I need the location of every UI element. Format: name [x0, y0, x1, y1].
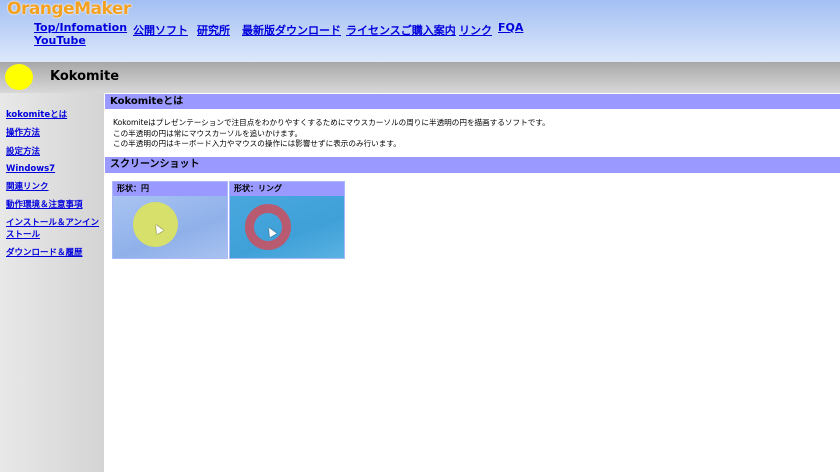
screenshot-image: [230, 196, 344, 258]
sidebar: kokomiteとは 操作方法 設定方法 Windows7 関連リンク 動作環境…: [0, 93, 104, 472]
site-header: OrangeMaker Top/Infomation YouTube 公開ソフト…: [0, 0, 840, 62]
nav-links[interactable]: リンク: [459, 22, 492, 38]
sidebar-item-install[interactable]: インストール＆アンインストール: [6, 217, 101, 241]
section-header-about: Kokomiteとは: [105, 94, 840, 109]
card-caption: 形状：円: [113, 182, 227, 196]
description: Kokomiteはプレゼンテーションで注目点をわかりやすくするためにマウスカーソ…: [113, 118, 550, 150]
nav-fqa[interactable]: FQA: [498, 21, 523, 34]
description-line: Kokomiteはプレゼンテーションで注目点をわかりやすくするためにマウスカーソ…: [113, 118, 550, 127]
sidebar-item-operation[interactable]: 操作方法: [6, 127, 101, 139]
nav-top-information[interactable]: Top/Infomation: [34, 21, 127, 34]
sidebar-item-windows7[interactable]: Windows7: [6, 163, 101, 175]
sidebar-item-download-history[interactable]: ダウンロード＆履歴: [6, 247, 101, 259]
card-caption: 形状：リング: [230, 182, 344, 196]
sidebar-item-about[interactable]: kokomiteとは: [6, 109, 101, 121]
logo[interactable]: OrangeMaker: [7, 0, 131, 19]
screenshot-card-circle[interactable]: 形状：円: [112, 181, 228, 259]
nav-license-purchase[interactable]: ライセンスご購入案内: [346, 22, 456, 38]
nav-latest-download[interactable]: 最新版ダウンロード: [242, 22, 341, 38]
screenshot-card-ring[interactable]: 形状：リング: [229, 181, 345, 259]
sidebar-item-environment[interactable]: 動作環境＆注意事項: [6, 199, 101, 211]
section-header-screenshots: スクリーンショット: [105, 157, 840, 173]
sidebar-item-related-links[interactable]: 関連リンク: [6, 181, 101, 193]
page-title: Kokomite: [50, 69, 120, 84]
nav-youtube[interactable]: YouTube: [34, 34, 86, 47]
nav-public-software[interactable]: 公開ソフト: [133, 22, 188, 38]
yellow-dot-icon: [5, 64, 33, 90]
nav-lab[interactable]: 研究所: [197, 22, 230, 38]
title-bar: [0, 62, 840, 93]
description-line: この半透明の円はキーボード入力やマウスの操作には影響せずに表示のみ行います。: [113, 139, 401, 148]
screenshot-image: [113, 196, 227, 258]
description-line: この半透明の円は常にマウスカーソルを追いかけます。: [113, 128, 303, 138]
sidebar-item-settings[interactable]: 設定方法: [6, 146, 101, 158]
